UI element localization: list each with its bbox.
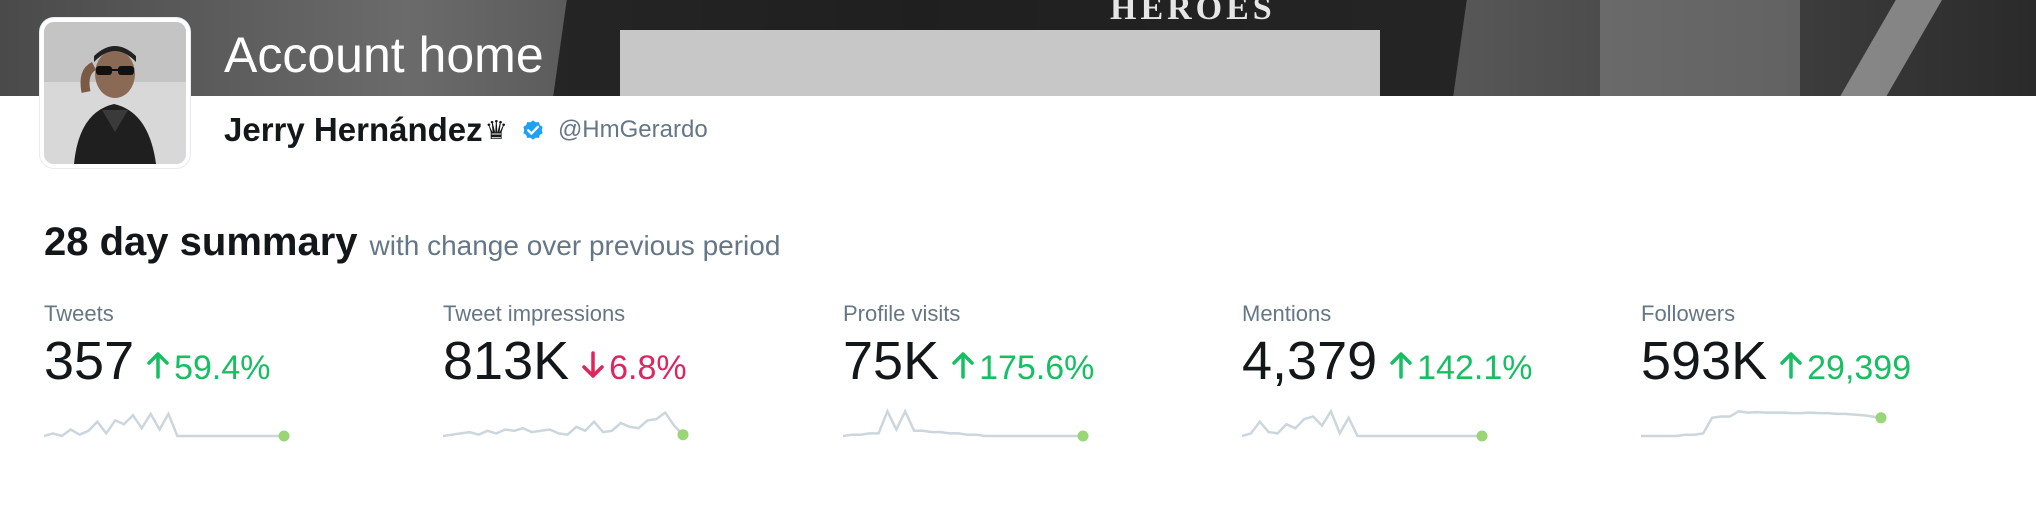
metric-change: 59.4% — [146, 349, 271, 388]
profile-info: Jerry Hernández ♛ @HmGerardo — [224, 108, 708, 152]
metric-label: Mentions — [1242, 301, 1332, 326]
metric-tweets[interactable]: Tweets 357 59.4% — [44, 300, 404, 442]
metric-value: 4,379 — [1242, 331, 1378, 391]
metric-value: 813K — [443, 331, 570, 391]
sparkline-end-point — [278, 430, 290, 442]
sparkline-chart — [1641, 409, 1887, 438]
sparkline-end-point — [1875, 412, 1887, 424]
summary-title: 28 day summary — [44, 220, 358, 264]
metric-change: 29,399 — [1779, 349, 1911, 388]
avatar-photo-icon — [44, 22, 186, 164]
page-title: Account home — [224, 27, 544, 83]
metric-change: 142.1% — [1389, 349, 1532, 388]
metric-value: 75K — [843, 331, 940, 391]
metric-label: Tweets — [44, 301, 114, 326]
arrow-up-icon — [1389, 349, 1413, 388]
sparkline-chart — [443, 410, 689, 441]
sparkline-chart — [843, 408, 1089, 442]
banner-shape — [1600, 0, 1800, 96]
verified-badge-icon — [520, 117, 546, 143]
metric-change: 175.6% — [951, 349, 1094, 388]
metric-label: Followers — [1641, 301, 1736, 326]
metric-change-value: 59.4% — [174, 349, 271, 387]
sparkline-chart — [1242, 408, 1488, 442]
metric-tweet-impressions[interactable]: Tweet impressions 813K 6.8% — [443, 300, 803, 442]
profile-name[interactable]: Jerry Hernández — [224, 111, 483, 149]
metric-change-value: 142.1% — [1417, 349, 1533, 387]
metric-change-value: 6.8% — [609, 349, 687, 387]
metric-profile-visits[interactable]: Profile visits 75K 175.6% — [843, 300, 1203, 442]
banner-shape — [620, 30, 1380, 96]
sparkline-end-point — [677, 429, 689, 441]
sparkline-end-point — [1077, 430, 1089, 442]
sparkline-line — [1641, 409, 1882, 438]
metric-label: Tweet impressions — [443, 301, 626, 326]
profile-handle[interactable]: @HmGerardo — [558, 116, 708, 144]
arrow-up-icon — [951, 349, 975, 388]
sparkline-chart — [44, 411, 290, 442]
banner-sign-text: HEROES — [1110, 0, 1276, 27]
metric-mentions[interactable]: Mentions 4,379 142.1% — [1242, 300, 1602, 442]
metric-followers[interactable]: Followers 593K 29,399 — [1641, 300, 2001, 442]
sparkline-line — [44, 411, 284, 438]
arrow-down-icon — [581, 349, 605, 388]
sparkline-line — [1242, 408, 1482, 438]
crown-icon: ♛ — [484, 114, 508, 145]
metric-value: 593K — [1641, 331, 1768, 391]
banner-shape — [1837, 0, 1943, 96]
metric-value: 357 — [44, 331, 135, 391]
metric-change-value: 175.6% — [979, 349, 1095, 387]
sparkline-end-point — [1476, 430, 1488, 442]
arrow-up-icon — [146, 349, 170, 388]
avatar-image — [44, 22, 186, 164]
metric-label: Profile visits — [843, 301, 961, 326]
sparkline-line — [843, 408, 1083, 438]
metric-change-value: 29,399 — [1807, 349, 1912, 387]
avatar[interactable] — [40, 18, 190, 168]
summary-header: 28 day summary with change over previous… — [44, 220, 780, 265]
sparkline-line — [443, 410, 684, 438]
summary-subtitle: with change over previous period — [369, 230, 781, 261]
arrow-up-icon — [1779, 349, 1803, 388]
metric-change: 6.8% — [581, 349, 687, 388]
